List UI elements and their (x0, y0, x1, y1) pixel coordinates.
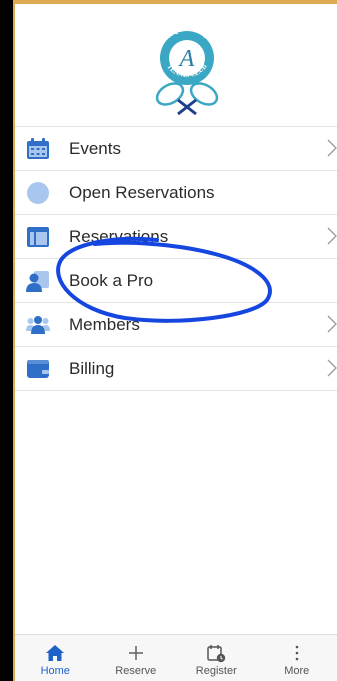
menu-item-label: Book a Pro (69, 271, 154, 290)
chevron-right-icon (327, 227, 337, 245)
wallet-icon (27, 360, 49, 378)
menu-item-label: Reservations (69, 227, 169, 246)
club-logo: AQUARINA TENNIS CLUB A (140, 18, 234, 116)
tab-label: Home (40, 665, 70, 677)
tab-label: More (284, 665, 310, 677)
tab-register[interactable]: Register (176, 635, 257, 681)
menu-item-billing[interactable]: Billing (15, 347, 337, 391)
bottom-tab-bar: Home Reserve Register More (15, 634, 337, 681)
tab-label: Register (195, 665, 237, 677)
menu-item-open-reservations[interactable]: Open Reservations (15, 171, 337, 215)
chevron-right-icon (327, 315, 337, 333)
menu-item-book-a-pro[interactable]: Book a Pro (15, 259, 337, 303)
tab-reserve[interactable]: Reserve (96, 635, 177, 681)
plus-icon (128, 646, 143, 660)
menu-item-reservations[interactable]: Reservations (15, 215, 337, 259)
window-icon (27, 227, 49, 247)
home-icon (46, 645, 65, 661)
chevron-right-icon (327, 139, 337, 157)
members-icon (26, 316, 50, 334)
menu-item-label: Members (69, 315, 140, 334)
menu-item-label: Billing (69, 359, 115, 378)
pro-users-icon (26, 271, 49, 292)
tab-more[interactable]: More (257, 635, 337, 681)
app-screen: AQUARINA TENNIS CLUB A Events Open Reser… (15, 4, 337, 681)
menu-item-events[interactable]: Events (15, 127, 337, 171)
more-vertical-icon (295, 645, 299, 661)
chevron-right-icon (327, 359, 337, 377)
calendar-icon (27, 138, 49, 159)
main-menu: Events Open Reservations Reservations Bo… (15, 126, 337, 391)
calendar-clock-icon (207, 645, 226, 663)
tennis-club-logo-icon: AQUARINA TENNIS CLUB A (155, 25, 219, 116)
menu-item-label: Open Reservations (69, 183, 215, 202)
tab-home[interactable]: Home (15, 635, 96, 681)
menu-item-members[interactable]: Members (15, 303, 337, 347)
tab-label: Reserve (115, 665, 157, 677)
logo-monogram: A (178, 46, 195, 72)
circle-icon (27, 182, 49, 204)
menu-item-label: Events (69, 139, 121, 158)
